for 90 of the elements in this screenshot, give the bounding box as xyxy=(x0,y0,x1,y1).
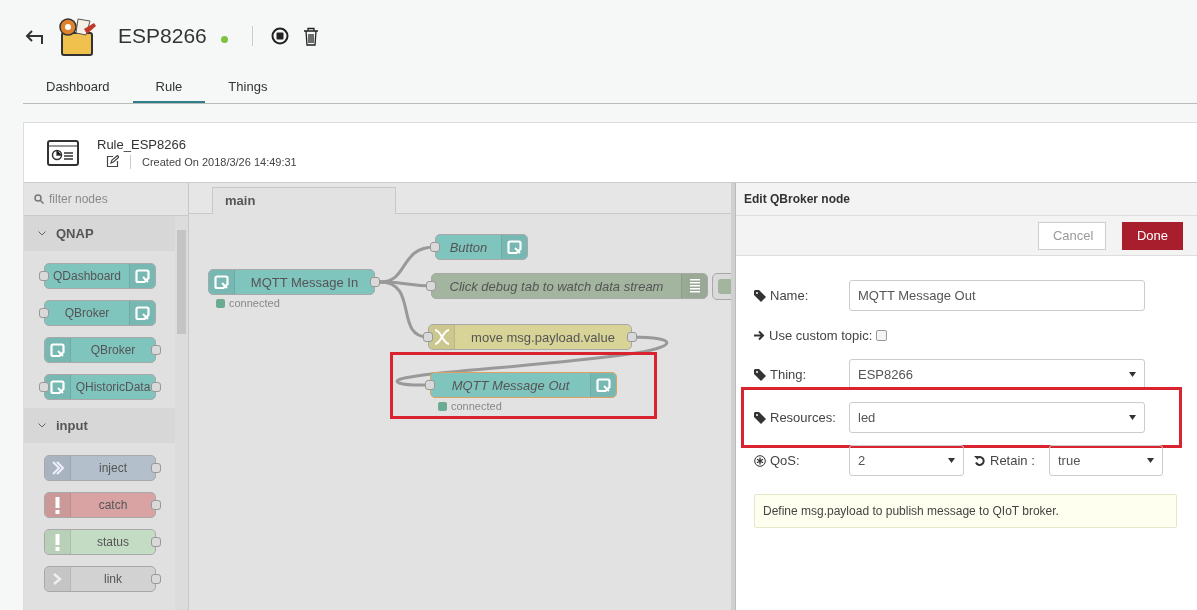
caret-icon xyxy=(1129,372,1136,377)
name-field[interactable]: MQTT Message Out xyxy=(849,280,1145,311)
tag-icon xyxy=(754,368,766,381)
output-port[interactable] xyxy=(627,332,637,342)
category-name: QNAP xyxy=(56,226,94,241)
flow-node[interactable]: inject xyxy=(44,455,156,481)
select-field[interactable]: ESP8266 xyxy=(849,359,1145,390)
square-logo-icon xyxy=(214,274,229,290)
caret-icon xyxy=(948,458,955,463)
rule-name: Rule_ESP8266 xyxy=(97,136,187,152)
caret-icon xyxy=(1147,458,1154,463)
flow-node[interactable]: QHistoricData xyxy=(44,374,156,400)
tray-title: Edit QBroker node xyxy=(736,183,1197,216)
exclamation-icon xyxy=(55,533,60,551)
tip-text: Define msg.payload to publish message to QIoT broker. xyxy=(754,494,1177,528)
tab[interactable]: Things xyxy=(205,72,291,103)
filter-field[interactable]: filter nodes xyxy=(24,183,188,216)
arrow-right-icon xyxy=(754,329,765,341)
flow-node[interactable]: MQTT Message Out xyxy=(430,372,617,398)
flow-node[interactable]: QBroker xyxy=(44,300,156,326)
back-arrow-icon[interactable] xyxy=(24,28,44,44)
flow-node[interactable]: QDashboard xyxy=(44,263,156,289)
tab[interactable]: Rule xyxy=(132,72,206,103)
stop-icon[interactable] xyxy=(270,27,289,45)
input-port[interactable] xyxy=(426,281,436,291)
output-port[interactable] xyxy=(370,277,380,287)
square-logo-icon xyxy=(50,379,65,395)
flow-node[interactable]: catch xyxy=(44,492,156,518)
input-port[interactable] xyxy=(39,308,49,318)
output-port[interactable] xyxy=(151,345,161,355)
tag-icon xyxy=(754,411,766,424)
created-date: Created On 2018/3/26 14:49:31 xyxy=(142,155,297,168)
flow-node[interactable]: move msg.payload.value xyxy=(428,324,632,350)
status-text: connected xyxy=(229,297,280,309)
tag-icon xyxy=(754,289,766,302)
device-title: ESP8266 xyxy=(118,24,207,48)
square-logo-icon xyxy=(507,239,522,255)
output-port[interactable] xyxy=(151,463,161,473)
status-text: connected xyxy=(451,400,502,412)
category-header[interactable]: QNAP xyxy=(24,216,175,251)
input-port[interactable] xyxy=(425,380,435,390)
flow-node[interactable]: Button xyxy=(435,234,528,260)
category-name: input xyxy=(56,418,88,433)
arrow-icon xyxy=(51,460,64,476)
undo-icon xyxy=(974,454,986,467)
shuffle-icon xyxy=(433,328,450,346)
input-port[interactable] xyxy=(39,382,49,392)
cancel-button[interactable]: Cancel xyxy=(1037,221,1106,250)
field-label: Thing: xyxy=(770,367,807,382)
field-label: Use custom topic: xyxy=(769,327,873,343)
output-port[interactable] xyxy=(151,574,161,584)
field-label: Name: xyxy=(770,288,809,303)
caret-icon xyxy=(1129,415,1136,420)
field-label: QoS: xyxy=(770,453,800,468)
tab[interactable]: Dashboard xyxy=(23,72,133,103)
flow-node[interactable]: link xyxy=(44,566,156,592)
input-port[interactable] xyxy=(430,242,440,252)
square-logo-icon xyxy=(135,305,150,321)
select-field[interactable]: 2 xyxy=(849,445,964,476)
checkbox[interactable] xyxy=(876,329,888,341)
output-port[interactable] xyxy=(151,500,161,510)
input-port[interactable] xyxy=(423,332,433,342)
select-field[interactable]: true xyxy=(1049,445,1163,476)
field-label: Retain : xyxy=(990,453,1035,468)
list-icon xyxy=(689,278,700,294)
done-button[interactable]: Done xyxy=(1121,221,1183,250)
search-icon xyxy=(34,194,44,204)
scrollbar[interactable] xyxy=(175,216,188,610)
edit-icon[interactable] xyxy=(106,155,119,168)
trash-icon[interactable] xyxy=(302,26,319,46)
output-port[interactable] xyxy=(151,537,161,547)
star-circle-icon xyxy=(754,454,766,467)
flow-node[interactable]: MQTT Message In xyxy=(208,269,375,295)
flow-node[interactable]: status xyxy=(44,529,156,555)
filter-input[interactable]: filter nodes xyxy=(47,191,167,207)
select-field[interactable]: led xyxy=(849,402,1145,433)
flow-tab[interactable]: main xyxy=(212,187,396,214)
chevron-icon xyxy=(38,231,46,236)
exclamation-icon xyxy=(55,496,60,514)
rule-window-icon xyxy=(47,139,79,166)
field-label: Resources: xyxy=(770,410,836,425)
square-logo-icon xyxy=(50,342,65,358)
chevron-icon xyxy=(38,423,46,428)
flow-node[interactable]: Click debug tab to watch data stream xyxy=(431,273,708,299)
input-port[interactable] xyxy=(39,271,49,281)
square-logo-icon xyxy=(135,268,150,284)
category-header[interactable]: input xyxy=(24,408,175,443)
output-port[interactable] xyxy=(151,382,161,392)
flow-node[interactable]: QBroker xyxy=(44,337,156,363)
square-logo-icon xyxy=(596,377,611,393)
